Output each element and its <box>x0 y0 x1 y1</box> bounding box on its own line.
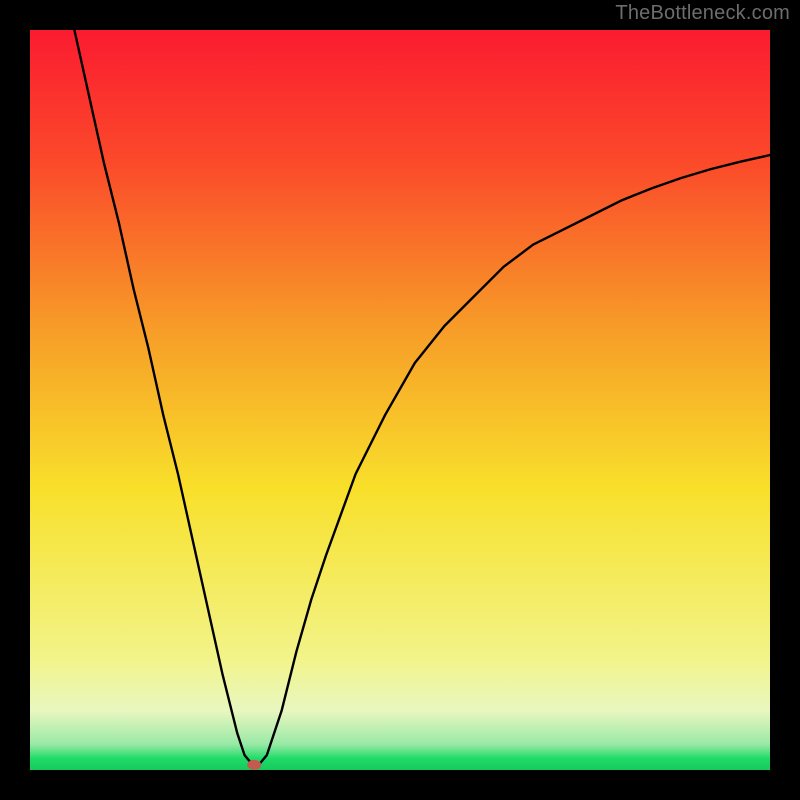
gradient-background <box>30 30 770 770</box>
chart-frame: TheBottleneck.com <box>0 0 800 800</box>
optimal-point-marker <box>247 760 261 770</box>
watermark-text: TheBottleneck.com <box>615 2 790 25</box>
plot-svg <box>30 30 770 770</box>
plot-area <box>30 30 770 770</box>
